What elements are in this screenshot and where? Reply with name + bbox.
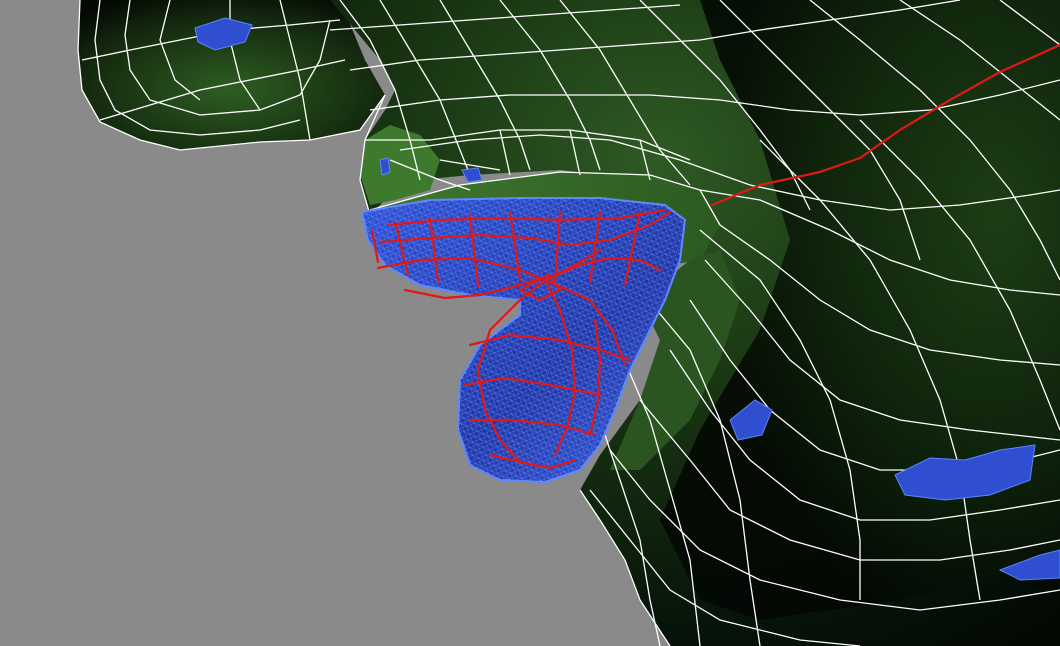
3d-viewport[interactable]: [0, 0, 1060, 646]
3d-scene-render: [77, 0, 1060, 646]
